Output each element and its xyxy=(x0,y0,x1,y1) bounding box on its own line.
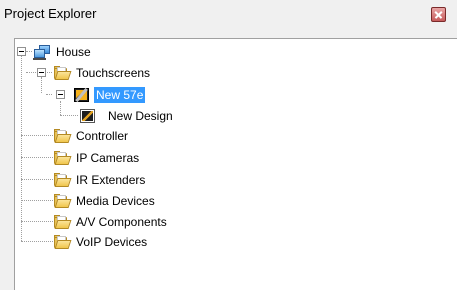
tree-connector-line xyxy=(21,221,53,222)
house-network-icon xyxy=(33,44,51,60)
tree-connector-line xyxy=(21,53,22,241)
panel-title: Project Explorer xyxy=(4,6,97,21)
tree-connector-line xyxy=(60,115,78,116)
folder-open-icon xyxy=(53,150,72,166)
tree-connector-line xyxy=(21,135,53,136)
tree-node-media-devices[interactable]: Media Devices xyxy=(53,192,157,210)
tree-node-new-57e[interactable]: New 57e xyxy=(73,86,146,104)
tree-node-label: Media Devices xyxy=(76,194,155,208)
project-explorer-panel: Project Explorer House Touchscreens New … xyxy=(0,0,457,290)
collapse-house-toggle[interactable] xyxy=(17,47,26,56)
close-icon[interactable] xyxy=(431,7,446,22)
tree-node-label: New Design xyxy=(108,109,173,123)
tree-connector-line xyxy=(21,241,53,242)
tree-connector-line xyxy=(41,77,42,93)
tree-node-label: IP Cameras xyxy=(76,151,140,165)
tree-connector-line xyxy=(46,94,52,95)
tree-node-ir-extenders[interactable]: IR Extenders xyxy=(53,171,147,189)
tree-node-label: House xyxy=(56,45,91,59)
tree-node-controller[interactable]: Controller xyxy=(53,127,130,145)
tree-node-label: A/V Components xyxy=(76,215,167,229)
folder-open-icon xyxy=(53,65,72,81)
tree-node-touchscreens[interactable]: Touchscreens xyxy=(53,64,152,82)
folder-open-icon xyxy=(53,234,72,250)
tree-connector-line xyxy=(21,157,53,158)
folder-open-icon xyxy=(53,172,72,188)
tree-connector-line xyxy=(26,51,32,52)
tree-node-voip-devices[interactable]: VoIP Devices xyxy=(53,233,149,251)
collapse-new-57e-toggle[interactable] xyxy=(56,90,65,99)
tree-node-label-selected: New 57e xyxy=(94,87,146,103)
tree-node-new-design[interactable]: New Design xyxy=(79,107,175,125)
tree-connector-line xyxy=(60,101,61,115)
panel-titlebar: Project Explorer xyxy=(0,0,457,28)
tree-node-ip-cameras[interactable]: IP Cameras xyxy=(53,149,141,167)
tree-node-house[interactable]: House xyxy=(33,43,93,61)
collapse-touchscreens-toggle[interactable] xyxy=(37,68,46,77)
folder-open-icon xyxy=(53,214,72,230)
tree-node-label: VoIP Devices xyxy=(76,235,148,249)
tree-connector-line xyxy=(21,179,53,180)
folder-open-icon xyxy=(53,193,72,209)
tree-node-label: Controller xyxy=(76,129,129,143)
tree-node-label: IR Extenders xyxy=(76,173,146,187)
tree-node-av-components[interactable]: A/V Components xyxy=(53,213,169,231)
design-icon xyxy=(79,108,97,124)
project-tree[interactable]: House Touchscreens New 57e New Design Co… xyxy=(14,38,457,290)
folder-open-icon xyxy=(53,128,72,144)
touchscreen-device-icon xyxy=(73,87,91,103)
tree-node-label: Touchscreens xyxy=(76,66,151,80)
tree-connector-line xyxy=(21,200,53,201)
